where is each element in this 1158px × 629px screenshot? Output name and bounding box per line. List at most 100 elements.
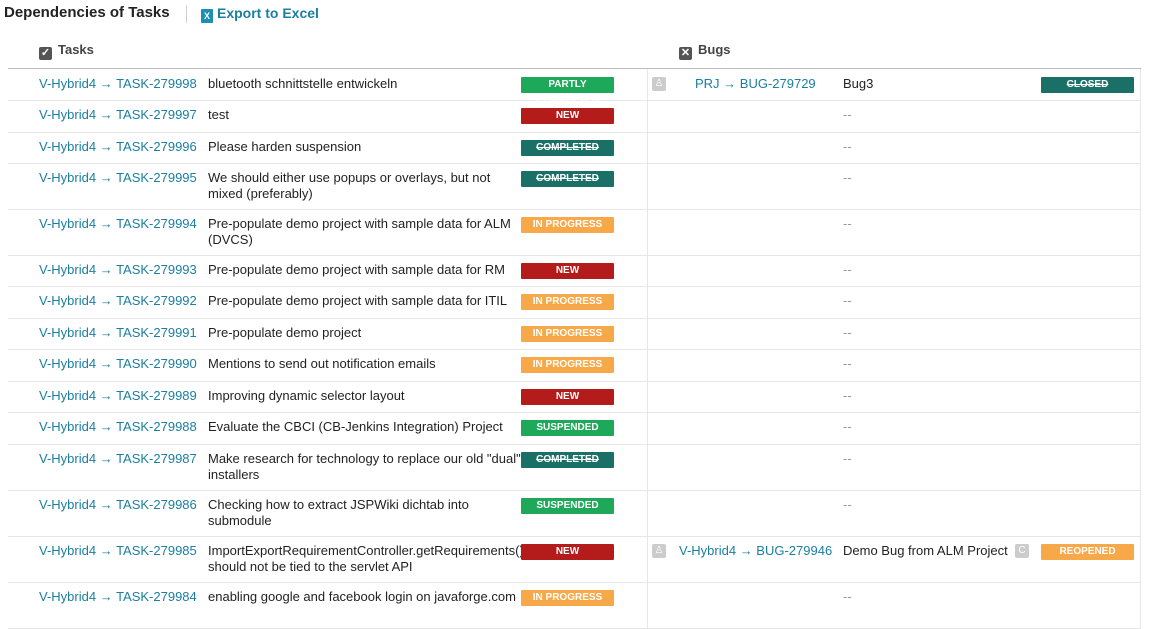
task-name: Pre-populate demo project xyxy=(208,325,362,340)
task-id-link[interactable]: V-Hybrid4 → TASK-279997 xyxy=(39,107,197,123)
table-row: V-Hybrid4 → TASK-279997 test NEW -- xyxy=(8,100,1141,133)
no-bug-placeholder: -- xyxy=(843,107,852,122)
column-divider xyxy=(1140,582,1141,628)
task-name: Improving dynamic selector layout xyxy=(208,388,405,403)
task-name: Mentions to send out notification emails xyxy=(208,356,436,371)
checkbox-icon: ✓ xyxy=(39,47,52,60)
table-row: V-Hybrid4 → TASK-279993 Pre-populate demo… xyxy=(8,255,1141,287)
task-status-badge: IN PROGRESS xyxy=(521,326,614,342)
column-divider xyxy=(1140,444,1141,490)
column-divider xyxy=(647,100,648,132)
column-divider xyxy=(647,209,648,255)
table-row: V-Hybrid4 → TASK-279988 Evaluate the CBCI… xyxy=(8,412,1141,445)
task-id-link[interactable]: V-Hybrid4 → TASK-279986 xyxy=(39,497,197,513)
task-id-link[interactable]: V-Hybrid4 → TASK-279995 xyxy=(39,170,197,186)
no-bug-placeholder: -- xyxy=(843,497,852,512)
bugs-column-label: Bugs xyxy=(698,42,731,57)
tasks-column-label: Tasks xyxy=(58,42,94,57)
export-to-excel-link[interactable]: X Export to Excel xyxy=(201,5,319,23)
task-status-badge: SUSPENDED xyxy=(521,420,614,436)
column-divider xyxy=(1140,490,1141,536)
task-status-badge: IN PROGRESS xyxy=(521,294,614,310)
column-divider xyxy=(647,163,648,209)
task-id-link[interactable]: V-Hybrid4 → TASK-279987 xyxy=(39,451,197,467)
task-name: enabling google and facebook login on ja… xyxy=(208,589,516,604)
task-status-badge: NEW xyxy=(521,544,614,560)
task-id-link[interactable]: V-Hybrid4 → TASK-279988 xyxy=(39,419,197,435)
task-name: Make research for technology to replace … xyxy=(208,451,521,482)
tasks-column-header: ✓ Tasks xyxy=(39,42,94,60)
task-status-badge: IN PROGRESS xyxy=(521,590,614,606)
task-status-badge: IN PROGRESS xyxy=(521,217,614,233)
task-name: Evaluate the CBCI (CB-Jenkins Integratio… xyxy=(208,419,503,434)
column-divider xyxy=(647,318,648,349)
no-bug-placeholder: -- xyxy=(843,325,852,340)
task-id-link[interactable]: V-Hybrid4 → TASK-279989 xyxy=(39,388,197,404)
task-status-badge: COMPLETED xyxy=(521,171,614,187)
table-row: V-Hybrid4 → TASK-279996 Please harden sus… xyxy=(8,132,1141,164)
header-divider xyxy=(186,5,187,23)
task-name: Pre-populate demo project with sample da… xyxy=(208,216,511,247)
task-name: Please harden suspension xyxy=(208,139,362,154)
table-row: V-Hybrid4 → TASK-279994 Pre-populate demo… xyxy=(8,209,1141,256)
column-divider xyxy=(647,412,648,444)
user-icon: ♙ xyxy=(652,544,666,558)
user-icon: C xyxy=(1015,544,1029,558)
bug-status-badge: REOPENED xyxy=(1041,544,1134,560)
no-bug-placeholder: -- xyxy=(843,388,852,403)
task-id-link[interactable]: V-Hybrid4 → TASK-279992 xyxy=(39,293,197,309)
column-divider xyxy=(647,132,648,163)
table-row: V-Hybrid4 → TASK-279990 Mentions to send … xyxy=(8,349,1141,382)
no-bug-placeholder: -- xyxy=(843,419,852,434)
column-divider xyxy=(647,381,648,412)
page-header: Dependencies of Tasks X Export to Excel xyxy=(0,0,1158,28)
table-row: V-Hybrid4 → TASK-279995 We should either … xyxy=(8,163,1141,210)
export-label: Export to Excel xyxy=(217,5,319,21)
task-status-badge: SUSPENDED xyxy=(521,498,614,514)
task-id-link[interactable]: V-Hybrid4 → TASK-279984 xyxy=(39,589,197,605)
task-id-link[interactable]: V-Hybrid4 → TASK-279998 xyxy=(39,76,197,92)
no-bug-placeholder: -- xyxy=(843,589,852,604)
no-bug-placeholder: -- xyxy=(843,451,852,466)
excel-icon: X xyxy=(201,9,213,23)
task-id-link[interactable]: V-Hybrid4 → TASK-279996 xyxy=(39,139,197,155)
task-status-badge: NEW xyxy=(521,108,614,124)
column-divider xyxy=(1140,286,1141,318)
bug-id-link[interactable]: V-Hybrid4 → BUG-279946 xyxy=(679,543,832,559)
task-status-badge: NEW xyxy=(521,389,614,405)
task-name: Pre-populate demo project with sample da… xyxy=(208,293,508,308)
task-id-link[interactable]: V-Hybrid4 → TASK-279994 xyxy=(39,216,197,232)
table-row: V-Hybrid4 → TASK-279986 Checking how to e… xyxy=(8,490,1141,537)
column-divider xyxy=(1140,381,1141,412)
no-bug-placeholder: -- xyxy=(843,262,852,277)
task-id-link[interactable]: V-Hybrid4 → TASK-279985 xyxy=(39,543,197,559)
no-bug-placeholder: -- xyxy=(843,139,852,154)
bugs-column-header: ✕ Bugs xyxy=(679,42,731,60)
task-name: We should either use popups or overlays,… xyxy=(208,170,491,201)
bug-id-link[interactable]: PRJ → BUG-279729 xyxy=(695,76,816,92)
task-id-link[interactable]: V-Hybrid4 → TASK-279990 xyxy=(39,356,197,372)
task-name: Pre-populate demo project with sample da… xyxy=(208,262,505,277)
task-id-link[interactable]: V-Hybrid4 → TASK-279993 xyxy=(39,262,197,278)
task-status-badge: IN PROGRESS xyxy=(521,357,614,373)
task-status-badge: PARTLY COMPLETED xyxy=(521,77,614,106)
column-divider xyxy=(647,255,648,286)
bug-name: Demo Bug from ALM Project xyxy=(843,543,1008,558)
column-divider xyxy=(647,69,648,100)
task-status-badge: COMPLETED xyxy=(521,140,614,156)
column-divider xyxy=(1140,349,1141,381)
bug-name: Bug3 xyxy=(843,76,874,91)
no-bug-placeholder: -- xyxy=(843,356,852,371)
table-row: V-Hybrid4 → TASK-279992 Pre-populate demo… xyxy=(8,286,1141,319)
column-divider xyxy=(1140,255,1141,286)
bug-icon: ✕ xyxy=(679,47,692,60)
column-divider xyxy=(1140,132,1141,163)
column-divider xyxy=(647,444,648,490)
no-bug-placeholder: -- xyxy=(843,216,852,231)
task-name: test xyxy=(208,107,229,122)
task-name: Checking how to extract JSPWiki dichtab … xyxy=(208,497,469,528)
task-id-link[interactable]: V-Hybrid4 → TASK-279991 xyxy=(39,325,197,341)
page-title: Dependencies of Tasks xyxy=(4,4,170,21)
table-row: V-Hybrid4 → TASK-279998 bluetooth schnitt… xyxy=(8,69,1141,106)
column-divider xyxy=(1140,209,1141,255)
